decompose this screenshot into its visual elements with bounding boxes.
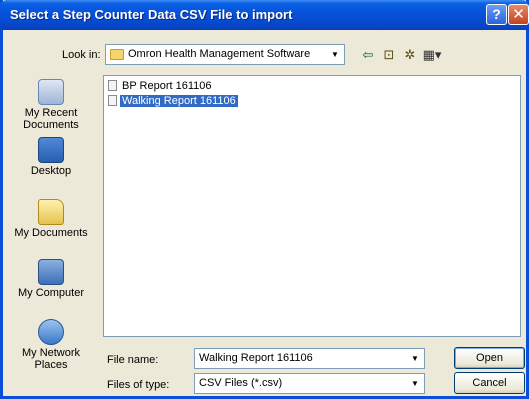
network-places-icon	[38, 319, 64, 345]
folder-icon	[110, 49, 124, 60]
place-desktop[interactable]: Desktop	[8, 137, 94, 177]
file-name-text: Walking Report 161106	[120, 95, 238, 107]
place-label: My Computer	[17, 287, 85, 299]
open-button[interactable]: Open	[454, 347, 525, 369]
file-name-text: BP Report 161106	[122, 80, 212, 92]
csv-file-icon	[108, 80, 117, 91]
file-type-value: CSV Files (*.csv)	[199, 377, 283, 389]
close-button[interactable]: ✕	[508, 4, 529, 25]
views-menu-icon[interactable]: ▦▾	[420, 47, 444, 63]
look-in-label: Look in:	[62, 49, 101, 61]
place-label: Desktop	[30, 165, 72, 177]
csv-file-icon	[108, 95, 117, 106]
desktop-icon	[38, 137, 64, 163]
up-folder-icon[interactable]: ⊡	[380, 47, 398, 63]
place-my-documents[interactable]: My Documents	[8, 199, 94, 239]
file-list[interactable]: BP Report 161106 Walking Report 161106	[103, 75, 521, 337]
recent-documents-icon	[38, 79, 64, 105]
list-item[interactable]: BP Report 161106	[108, 80, 214, 94]
list-item[interactable]: Walking Report 161106	[108, 95, 238, 109]
places-bar: My Recent Documents Desktop My Documents…	[8, 75, 94, 385]
file-type-label: Files of type:	[107, 379, 170, 391]
place-label: My Documents	[14, 227, 88, 239]
chevron-down-icon[interactable]: ▼	[407, 350, 423, 367]
my-documents-icon	[38, 199, 64, 225]
chevron-down-icon[interactable]: ▼	[407, 375, 423, 392]
look-in-value: Omron Health Management Software	[128, 48, 311, 60]
place-label: My Recent Documents	[23, 107, 79, 131]
place-my-network-places[interactable]: My Network Places	[8, 319, 94, 371]
cancel-button[interactable]: Cancel	[454, 372, 525, 394]
back-arrow-icon[interactable]: ⇦	[359, 47, 377, 63]
new-folder-icon[interactable]: ✲	[401, 47, 419, 63]
my-computer-icon	[38, 259, 64, 285]
file-name-value: Walking Report 161106	[199, 352, 313, 364]
help-button[interactable]: ?	[486, 4, 507, 25]
file-type-select[interactable]: CSV Files (*.csv) ▼	[194, 373, 425, 394]
dialog-title: Select a Step Counter Data CSV File to i…	[10, 7, 293, 22]
place-my-computer[interactable]: My Computer	[8, 259, 94, 299]
file-name-input[interactable]: Walking Report 161106 ▼	[194, 348, 425, 369]
place-my-recent-documents[interactable]: My Recent Documents	[8, 79, 94, 131]
file-name-label: File name:	[107, 354, 159, 366]
title-bar[interactable]: Select a Step Counter Data CSV File to i…	[0, 0, 529, 30]
place-label: My Network Places	[21, 347, 81, 371]
chevron-down-icon[interactable]: ▼	[327, 46, 343, 63]
look-in-dropdown[interactable]: Omron Health Management Software ▼	[105, 44, 345, 65]
